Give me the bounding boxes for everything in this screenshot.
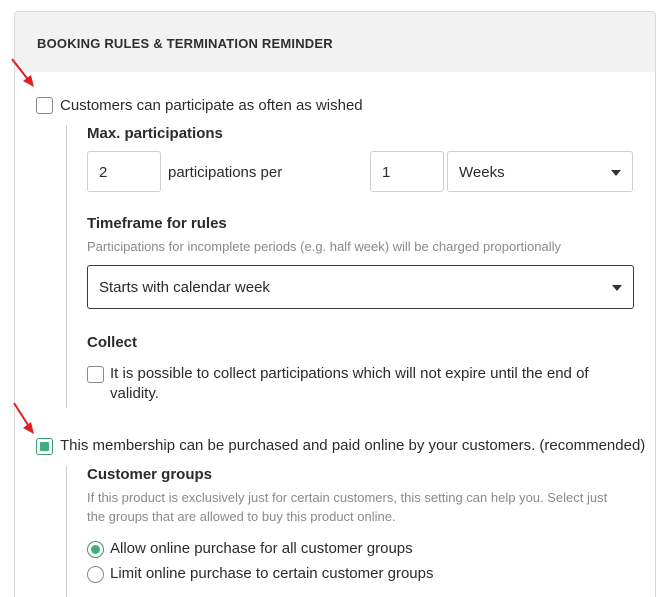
radio-all-groups[interactable] xyxy=(87,541,104,558)
timeframe-heading: Timeframe for rules xyxy=(87,215,227,232)
annotation-arrow-icon xyxy=(13,402,34,434)
participate-often-label: Customers can participate as often as wi… xyxy=(60,97,363,114)
period-count-input[interactable]: 1 xyxy=(370,151,444,192)
period-unit-value: Weeks xyxy=(459,164,505,181)
panel-header: BOOKING RULES & TERMINATION REMINDER xyxy=(15,12,655,72)
participation-count-input[interactable]: 2 xyxy=(87,151,161,192)
timeframe-select[interactable]: Starts with calendar week xyxy=(87,265,634,309)
customer-groups-heading: Customer groups xyxy=(87,466,213,483)
customer-groups-hint-line2: the groups that are allowed to buy this … xyxy=(87,509,396,524)
collect-label-line2: validity. xyxy=(110,385,159,402)
collect-heading: Collect xyxy=(87,334,138,351)
timeframe-value: Starts with calendar week xyxy=(99,279,270,296)
participate-often-checkbox[interactable] xyxy=(36,97,53,114)
collect-label-line1: It is possible to collect participations… xyxy=(110,365,589,382)
radio-certain-groups[interactable] xyxy=(87,566,104,583)
max-participations-heading: Max. participations xyxy=(87,125,223,142)
annotation-arrow-icon xyxy=(11,58,34,87)
period-unit-select[interactable]: Weeks xyxy=(447,151,633,192)
radio-all-groups-label: Allow online purchase for all customer g… xyxy=(110,540,413,557)
section-divider xyxy=(66,466,67,597)
participations-per-label: participations per xyxy=(168,164,283,181)
radio-certain-groups-label: Limit online purchase to certain custome… xyxy=(110,565,434,582)
customer-groups-hint-line1: If this product is exclusively just for … xyxy=(87,490,608,505)
panel-title: BOOKING RULES & TERMINATION REMINDER xyxy=(37,36,333,51)
section-divider xyxy=(66,125,67,408)
collect-checkbox[interactable] xyxy=(87,366,104,383)
chevron-down-icon xyxy=(612,285,622,291)
online-purchase-checkbox[interactable] xyxy=(36,438,53,455)
online-purchase-label: This membership can be purchased and pai… xyxy=(60,437,646,454)
chevron-down-icon xyxy=(611,170,621,176)
timeframe-hint: Participations for incomplete periods (e… xyxy=(87,239,562,254)
